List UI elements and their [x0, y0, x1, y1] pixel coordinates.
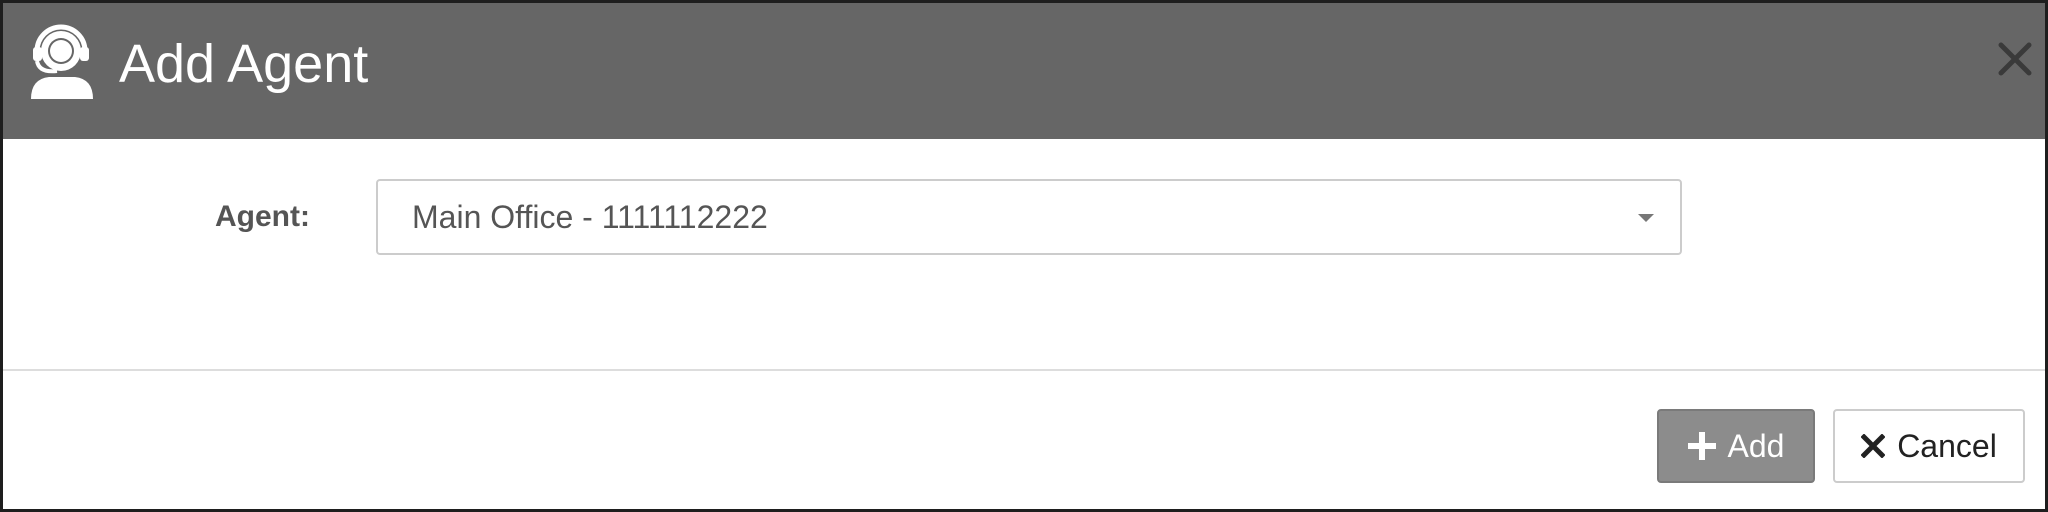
agent-headset-icon	[27, 21, 99, 101]
close-icon[interactable]	[1993, 37, 2037, 81]
add-agent-dialog: Add Agent Agent: Main Office - 111111222…	[0, 0, 2048, 512]
agent-select[interactable]: Main Office - 1111112222	[376, 179, 1682, 255]
add-button-label: Add	[1727, 428, 1785, 464]
dialog-header: Add Agent	[3, 3, 2045, 139]
chevron-down-icon	[1638, 214, 1654, 222]
plus-icon	[1687, 432, 1716, 460]
dialog-footer: Add Cancel	[3, 371, 2045, 509]
dialog-title: Add Agent	[119, 34, 369, 94]
cancel-button[interactable]: Cancel	[1833, 409, 2025, 483]
x-icon	[1861, 434, 1886, 458]
add-button[interactable]: Add	[1657, 409, 1815, 483]
dialog-body: Agent: Main Office - 1111112222	[3, 139, 2045, 371]
agent-select-value: Main Office - 1111112222	[412, 199, 768, 235]
cancel-button-label: Cancel	[1897, 428, 1997, 464]
agent-label: Agent:	[215, 200, 310, 233]
